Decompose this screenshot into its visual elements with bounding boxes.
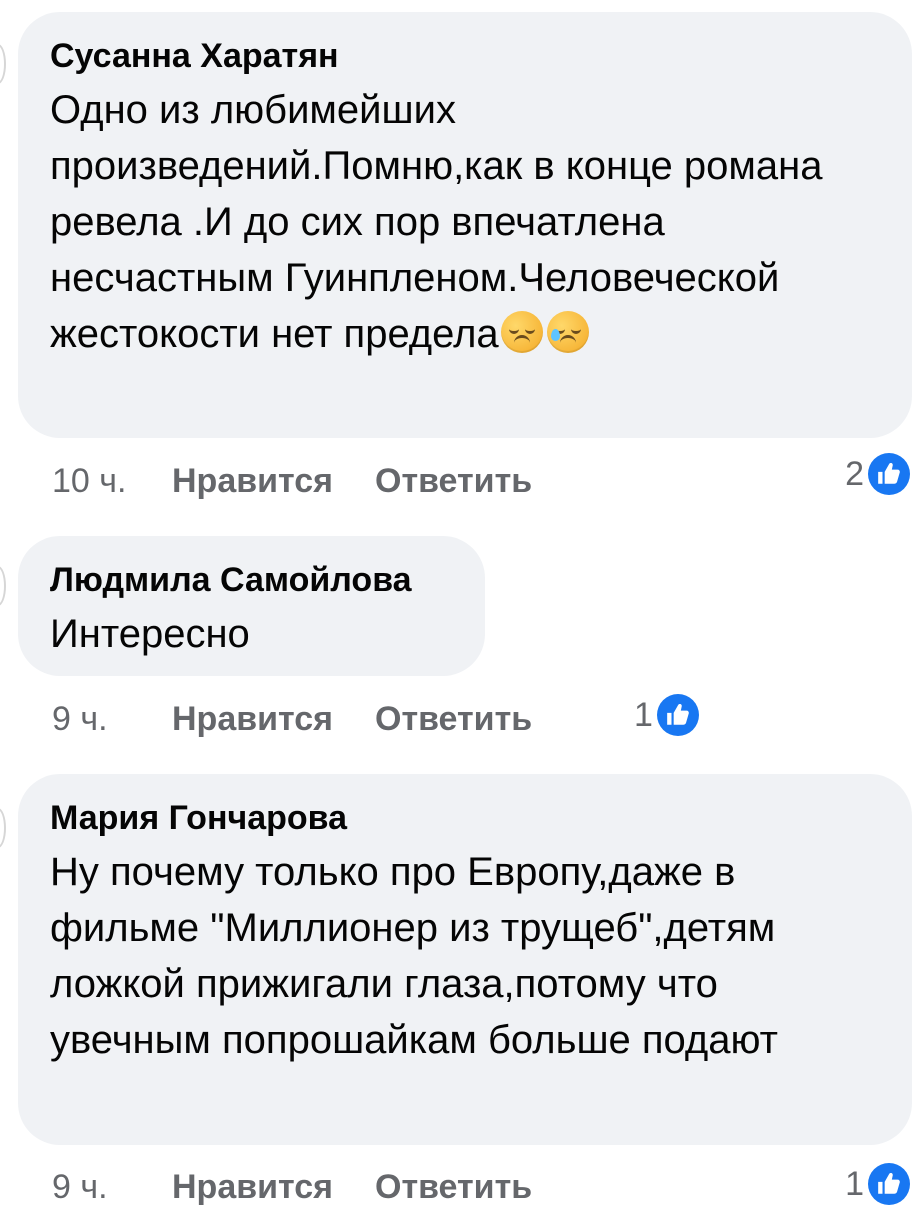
comment-actions: 9 ч. Нравится Ответить — [52, 1166, 532, 1208]
avatar[interactable] — [0, 44, 6, 84]
comments-screen: Сусанна Харатян Одно из любимейших произ… — [0, 0, 914, 1227]
comment-actions: 9 ч. Нравится Ответить — [52, 698, 532, 740]
reaction-count: 1 — [634, 695, 653, 734]
reaction-summary[interactable]: 1 — [634, 694, 699, 736]
thumbs-up-icon — [656, 694, 699, 736]
reaction-count: 1 — [845, 1164, 864, 1203]
comment-bubble: Людмила Самойлова Интересно — [18, 536, 485, 676]
comment-author[interactable]: Людмила Самойлова — [50, 560, 453, 600]
like-button[interactable]: Нравится — [172, 462, 333, 501]
comment-time[interactable]: 9 ч. — [52, 1168, 144, 1207]
like-button[interactable]: Нравится — [172, 700, 333, 739]
comment-bubble: Мария Гончарова Ну почему только про Евр… — [18, 774, 912, 1145]
comment-bubble: Сусанна Харатян Одно из любимейших произ… — [18, 12, 912, 438]
comment-body: Одно из любимейших произведений.Помню,ка… — [50, 88, 823, 356]
comment-author[interactable]: Сусанна Харатян — [50, 36, 880, 76]
sad-but-relieved-face-icon — [546, 311, 589, 353]
comment-time[interactable]: 10 ч. — [52, 462, 144, 501]
comment-author[interactable]: Мария Гончарова — [50, 798, 880, 838]
reply-button[interactable]: Ответить — [375, 700, 532, 739]
avatar[interactable] — [0, 566, 6, 606]
reaction-summary[interactable]: 2 — [845, 453, 910, 495]
comment-text: Ну почему только про Европу,даже в фильм… — [50, 850, 778, 1062]
avatar[interactable] — [0, 808, 6, 848]
pensive-face-icon — [500, 311, 543, 353]
reaction-summary[interactable]: 1 — [845, 1163, 910, 1205]
reply-button[interactable]: Ответить — [375, 1168, 532, 1207]
comment-text: Одно из любимейших произведений.Помню,ка… — [50, 82, 880, 362]
comment-time[interactable]: 9 ч. — [52, 700, 144, 739]
reply-button[interactable]: Ответить — [375, 462, 532, 501]
reaction-count: 2 — [845, 454, 864, 493]
thumbs-up-icon — [868, 1163, 910, 1205]
comment-actions: 10 ч. Нравится Ответить — [52, 460, 532, 502]
comment-text: Интересно — [50, 612, 250, 656]
thumbs-up-icon — [868, 453, 910, 495]
like-button[interactable]: Нравится — [172, 1168, 333, 1207]
